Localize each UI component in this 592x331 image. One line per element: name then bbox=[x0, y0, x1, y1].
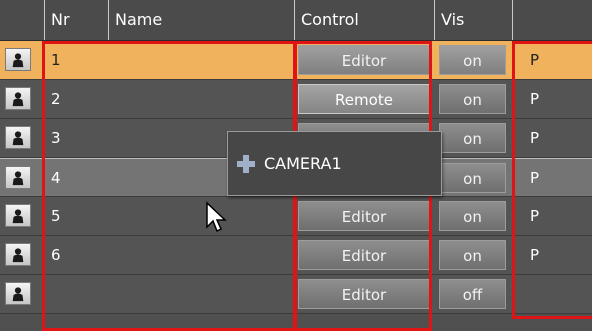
level-cell: P bbox=[530, 169, 540, 187]
level-cell: P bbox=[530, 207, 540, 225]
camera-person-icon[interactable] bbox=[5, 243, 31, 266]
header-control[interactable]: Control bbox=[294, 0, 434, 40]
camera-person-icon[interactable] bbox=[5, 126, 31, 149]
control-button[interactable]: Editor bbox=[298, 240, 430, 270]
vis-toggle-button[interactable]: on bbox=[439, 201, 506, 231]
row-number: 1 bbox=[51, 51, 61, 69]
control-button[interactable]: Editor bbox=[298, 279, 430, 309]
row-number: 6 bbox=[51, 246, 61, 264]
vis-toggle-button[interactable]: on bbox=[439, 45, 506, 75]
level-cell: P bbox=[530, 90, 540, 108]
row-number: 5 bbox=[51, 207, 61, 225]
vis-toggle-button[interactable]: on bbox=[439, 240, 506, 270]
mouse-pointer-icon bbox=[206, 201, 227, 233]
control-button[interactable]: Editor bbox=[298, 45, 430, 75]
level-cell: P bbox=[530, 246, 540, 264]
vis-toggle-button[interactable]: on bbox=[439, 163, 506, 193]
vis-toggle-button[interactable]: on bbox=[439, 123, 506, 153]
camera-person-icon[interactable] bbox=[5, 166, 31, 189]
header-vis[interactable]: Vis bbox=[434, 0, 512, 40]
level-cell: P bbox=[530, 129, 540, 147]
table-row[interactable]: 1 Editor on P bbox=[0, 41, 592, 80]
level-cell: P bbox=[530, 51, 540, 69]
vis-toggle-button[interactable]: on bbox=[439, 84, 506, 114]
table-header: Nr Name Control Vis bbox=[0, 0, 592, 41]
table-row[interactable]: 5 Editor on P bbox=[0, 197, 592, 236]
vis-toggle-button[interactable]: off bbox=[439, 279, 506, 309]
header-nr[interactable]: Nr bbox=[44, 0, 108, 40]
table-row[interactable]: Editor off bbox=[0, 275, 592, 314]
plus-icon bbox=[237, 155, 255, 173]
control-button[interactable]: Remote bbox=[298, 84, 430, 114]
camera-person-icon[interactable] bbox=[5, 204, 31, 227]
camera-person-icon[interactable] bbox=[5, 87, 31, 110]
table-row[interactable]: 6 Editor on P bbox=[0, 236, 592, 275]
camera-person-icon[interactable] bbox=[5, 282, 31, 305]
row-number: 4 bbox=[51, 169, 61, 187]
camera-person-icon[interactable] bbox=[5, 48, 31, 71]
header-extra bbox=[512, 0, 592, 40]
control-button[interactable]: Editor bbox=[298, 201, 430, 231]
drag-popup[interactable]: CAMERA1 bbox=[227, 131, 442, 196]
header-name[interactable]: Name bbox=[108, 0, 294, 40]
row-number: 3 bbox=[51, 129, 61, 147]
drag-popup-label: CAMERA1 bbox=[264, 154, 342, 173]
table-row[interactable]: 2 Remote on P bbox=[0, 80, 592, 119]
row-number: 2 bbox=[51, 90, 61, 108]
